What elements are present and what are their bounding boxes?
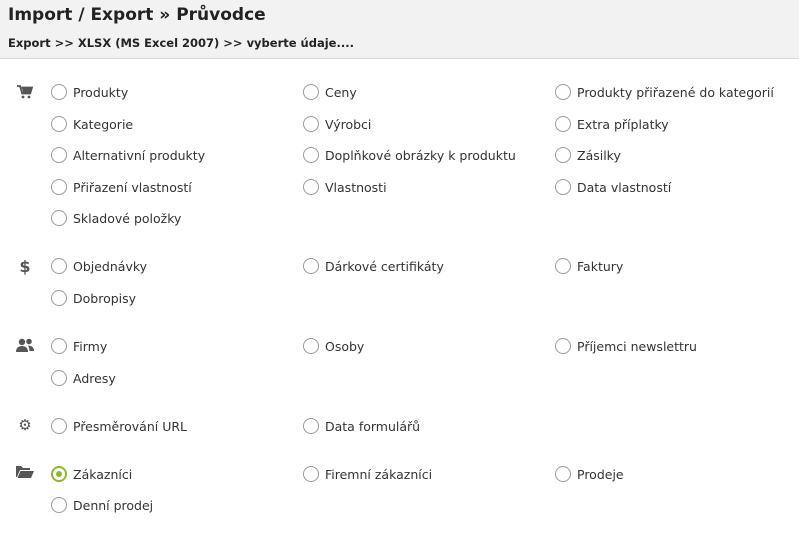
radio-button[interactable] (51, 290, 67, 306)
radio-button-selected[interactable] (51, 466, 67, 482)
radio-button[interactable] (303, 116, 319, 132)
radio-button[interactable] (555, 147, 571, 163)
option-extra-priplatky[interactable]: Extra příplatky (555, 114, 669, 134)
gear-icon: ⚙ (18, 416, 32, 434)
option-data-vlastnosti[interactable]: Data vlastností (555, 177, 671, 197)
breadcrumb: Export >> XLSX (MS Excel 2007) >> vybert… (8, 36, 354, 50)
option-ceny[interactable]: Ceny (303, 82, 357, 102)
option-kategorie[interactable]: Kategorie (51, 114, 133, 134)
option-faktury[interactable]: Faktury (555, 256, 623, 276)
radio-button[interactable] (51, 370, 67, 386)
option-produkty[interactable]: Produkty (51, 82, 128, 102)
cart-icon (14, 83, 36, 101)
radio-button[interactable] (555, 84, 571, 100)
radio-button[interactable] (51, 210, 67, 226)
option-produkty-kategorie[interactable]: Produkty přiřazené do kategorií (555, 82, 774, 102)
option-prirazeni-vlastnosti[interactable]: Přiřazení vlastností (51, 177, 192, 197)
radio-button[interactable] (303, 147, 319, 163)
radio-button[interactable] (555, 179, 571, 195)
radio-button[interactable] (555, 466, 571, 482)
option-firemni-zakaznici[interactable]: Firemní zákazníci (303, 464, 432, 484)
radio-button[interactable] (51, 258, 67, 274)
folder-open-icon (14, 463, 36, 481)
option-zakaznici[interactable]: Zákazníci (51, 464, 132, 484)
option-doplnkove-obrazky[interactable]: Doplňkové obrázky k produktu (303, 145, 516, 165)
radio-button[interactable] (51, 497, 67, 513)
option-dobropisy[interactable]: Dobropisy (51, 288, 136, 308)
option-alternativni-produkty[interactable]: Alternativní produkty (51, 145, 205, 165)
option-prodeje[interactable]: Prodeje (555, 464, 624, 484)
option-presmerovani-url[interactable]: Přesměrování URL (51, 416, 187, 436)
page-title: Import / Export » Průvodce (8, 5, 266, 25)
radio-button[interactable] (555, 338, 571, 354)
radio-button[interactable] (51, 84, 67, 100)
radio-button[interactable] (51, 338, 67, 354)
option-darkove-certifikaty[interactable]: Dárkové certifikáty (303, 256, 444, 276)
option-osoby[interactable]: Osoby (303, 336, 364, 356)
option-vlastnosti[interactable]: Vlastnosti (303, 177, 387, 197)
option-data-formularu[interactable]: Data formulářů (303, 416, 420, 436)
page-header: Import / Export » Průvodce Export >> XLS… (0, 0, 799, 59)
radio-button[interactable] (303, 258, 319, 274)
option-objednavky[interactable]: Objednávky (51, 256, 147, 276)
option-skladove-polozky[interactable]: Skladové položky (51, 208, 181, 228)
option-firmy[interactable]: Firmy (51, 336, 107, 356)
option-prijemci-newslettru[interactable]: Příjemci newslettru (555, 336, 697, 356)
radio-button[interactable] (303, 84, 319, 100)
radio-button[interactable] (51, 116, 67, 132)
radio-button[interactable] (303, 179, 319, 195)
radio-button[interactable] (555, 116, 571, 132)
option-adresy[interactable]: Adresy (51, 368, 116, 388)
radio-button[interactable] (303, 466, 319, 482)
radio-button[interactable] (303, 338, 319, 354)
option-zasilky[interactable]: Zásilky (555, 145, 621, 165)
option-vyrobci[interactable]: Výrobci (303, 114, 371, 134)
dollar-icon: $ (19, 256, 31, 276)
option-denni-prodej[interactable]: Denní prodej (51, 495, 153, 515)
radio-button[interactable] (555, 258, 571, 274)
radio-button[interactable] (51, 179, 67, 195)
radio-button[interactable] (51, 418, 67, 434)
radio-button[interactable] (51, 147, 67, 163)
users-icon (14, 336, 36, 354)
radio-button[interactable] (303, 418, 319, 434)
